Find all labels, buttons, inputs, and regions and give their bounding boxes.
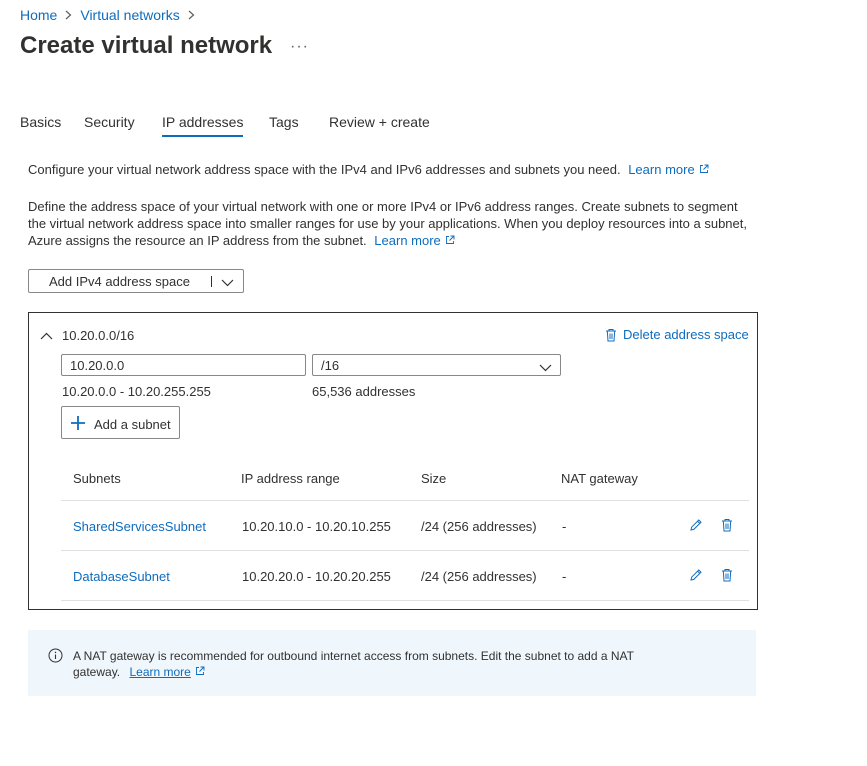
trash-icon[interactable] — [721, 518, 733, 537]
chevron-down-icon[interactable] — [221, 275, 234, 290]
plus-icon — [70, 415, 86, 434]
subnet-nat: - — [562, 569, 567, 584]
tab-ip-addresses[interactable]: IP addresses — [162, 114, 244, 137]
address-count-text: 65,536 addresses — [312, 384, 416, 399]
add-subnet-label: Add a subnet — [94, 417, 171, 432]
add-subnet-button[interactable]: Add a subnet — [61, 406, 180, 439]
edit-icon[interactable] — [689, 518, 703, 537]
tab-basics[interactable]: Basics — [20, 114, 61, 130]
learn-more-label: Learn more — [129, 665, 191, 679]
add-ipv4-address-space-label: Add IPv4 address space — [49, 274, 190, 289]
table-divider — [61, 600, 749, 601]
subnet-size: /24 (256 addresses) — [421, 519, 537, 534]
tab-tags[interactable]: Tags — [269, 114, 299, 130]
delete-address-space-label: Delete address space — [623, 327, 749, 342]
intro-paragraph-2: Define the address space of your virtual… — [28, 198, 758, 249]
subnet-range: 10.20.10.0 - 10.20.10.255 — [242, 519, 391, 534]
chevron-right-icon — [65, 8, 72, 23]
chevron-right-icon — [188, 8, 195, 23]
tab-security[interactable]: Security — [84, 114, 135, 130]
breadcrumb: Home Virtual networks — [20, 7, 203, 23]
edit-icon[interactable] — [689, 568, 703, 587]
intro-text-1: Configure your virtual network address s… — [28, 162, 621, 177]
chevron-up-icon[interactable] — [40, 327, 53, 345]
subnet-nat: - — [562, 519, 567, 534]
cidr-select-value: /16 — [321, 358, 340, 373]
table-divider — [61, 500, 749, 501]
learn-more-link[interactable]: Learn more — [374, 233, 455, 248]
breadcrumb-home-link[interactable]: Home — [20, 7, 57, 23]
address-range-text: 10.20.0.0 - 10.20.255.255 — [62, 384, 211, 399]
tab-review-create[interactable]: Review + create — [329, 114, 430, 130]
address-space-ip-input[interactable] — [61, 354, 306, 376]
subnet-name-link[interactable]: SharedServicesSubnet — [73, 519, 206, 534]
subnet-size: /24 (256 addresses) — [421, 569, 537, 584]
trash-icon — [606, 328, 616, 341]
column-header-nat-gateway: NAT gateway — [561, 471, 638, 486]
more-options-button[interactable]: ··· — [290, 38, 309, 56]
intro-paragraph-1: Configure your virtual network address s… — [28, 161, 758, 178]
subnet-range: 10.20.20.0 - 10.20.20.255 — [242, 569, 391, 584]
cidr-select[interactable]: /16 — [312, 354, 561, 376]
page-title: Create virtual network — [20, 32, 273, 59]
learn-more-link[interactable]: Learn more — [129, 665, 205, 679]
add-ipv4-address-space-button[interactable]: Add IPv4 address space — [28, 269, 244, 293]
external-link-icon — [195, 666, 205, 675]
info-banner-text: A NAT gateway is recommended for outboun… — [73, 648, 653, 680]
table-divider — [61, 550, 749, 551]
split-divider — [211, 276, 212, 287]
column-header-ip-range: IP address range — [241, 471, 340, 486]
address-space-title: 10.20.0.0/16 — [62, 328, 135, 343]
chevron-down-icon — [539, 360, 552, 375]
info-icon — [48, 648, 63, 668]
learn-more-label: Learn more — [374, 233, 441, 248]
delete-address-space-button[interactable]: Delete address space — [605, 327, 749, 342]
subnet-name-link[interactable]: DatabaseSubnet — [73, 569, 170, 584]
breadcrumb-virtual-networks-link[interactable]: Virtual networks — [80, 7, 179, 23]
column-header-subnets: Subnets — [73, 471, 121, 486]
external-link-icon — [699, 164, 709, 173]
column-header-size: Size — [421, 471, 447, 486]
learn-more-link[interactable]: Learn more — [628, 162, 709, 177]
learn-more-label: Learn more — [628, 162, 695, 177]
trash-icon[interactable] — [721, 568, 733, 587]
external-link-icon — [445, 235, 455, 244]
